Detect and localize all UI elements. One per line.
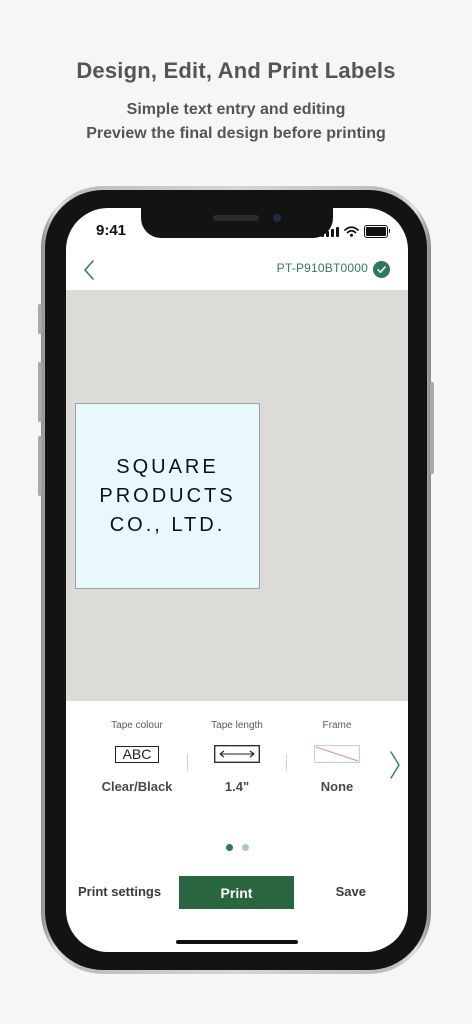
phone-volume-down-button [38,436,42,496]
promo-subline-2: Preview the final design before printing [86,125,386,142]
setting-value: None [320,779,354,794]
printer-name[interactable]: PT-P910BT0000 [277,261,368,275]
label-line-3: CO., LTD. [109,513,226,536]
chevron-right-icon[interactable] [388,750,402,780]
label-canvas[interactable]: SQUARE PRODUCTS CO., LTD. [66,290,408,701]
label-line-2: PRODUCTS [99,484,236,507]
setting-title: Tape length [211,720,263,731]
setting-value: Clear/Black [101,779,173,794]
setting-value: 1.4" [224,779,250,794]
phone-notch [141,208,333,238]
phone-power-button [430,382,434,474]
phone-volume-up-button [38,362,42,422]
home-indicator[interactable] [176,940,298,944]
setting-title: Frame [322,720,352,731]
app-screen: 9:41 PT-P910BT0000 SQUARE PRODUCTS CO., … [66,208,408,952]
battery-icon [364,224,390,238]
setting-tape-length[interactable]: Tape length 1.4" [187,720,287,794]
promo-subline-1: Simple text entry and editing [126,101,346,118]
connected-check-icon [373,261,390,278]
setting-title: Tape colour [111,720,163,731]
settings-row: Tape colour ABC Clear/Black Tape length … [66,720,408,820]
cellular-signal-icon [321,226,339,237]
label-text[interactable]: SQUARE PRODUCTS CO., LTD. [99,453,235,540]
action-bar: Print settings Print Save [66,876,408,912]
promo-headline: Design, Edit, And Print Labels [76,58,396,83]
status-time: 9:41 [96,222,127,239]
label-line-1: SQUARE [116,455,219,478]
setting-tape-colour[interactable]: Tape colour ABC Clear/Black [87,720,187,794]
page-dot-1[interactable] [225,844,233,851]
status-icons [321,224,390,238]
tape-colour-sample: ABC [115,745,159,763]
phone-frame: 9:41 PT-P910BT0000 SQUARE PRODUCTS CO., … [38,186,434,974]
page-indicator [66,844,408,851]
back-chevron-icon[interactable] [80,258,100,282]
print-settings-button[interactable]: Print settings [78,884,161,899]
save-button[interactable]: Save [336,884,366,899]
speaker-grille [213,215,259,221]
front-camera [273,214,281,222]
setting-frame[interactable]: Frame None [287,720,387,794]
print-button[interactable]: Print [179,876,294,909]
battery-level [366,226,386,236]
label-preview[interactable]: SQUARE PRODUCTS CO., LTD. [75,403,260,589]
phone-silent-switch [38,304,42,334]
frame-none-icon [287,743,387,765]
tape-colour-icon: ABC [87,743,187,765]
page-dot-2[interactable] [241,844,249,851]
tape-length-icon [187,743,287,765]
wifi-icon [344,225,359,237]
